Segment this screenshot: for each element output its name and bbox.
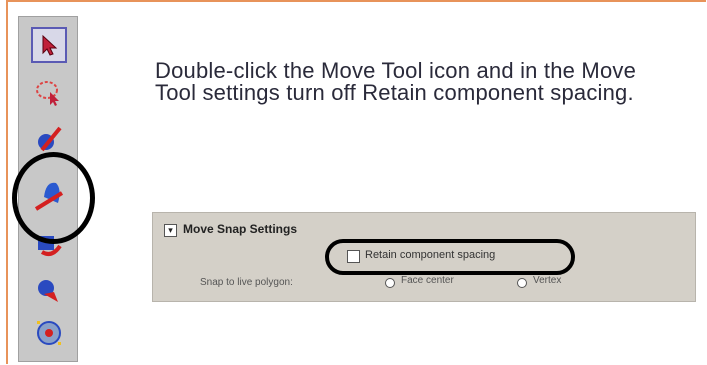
- instruction-text: Double-click the Move Tool icon and in t…: [155, 60, 705, 104]
- move-snap-settings-panel: ▾ Move Snap Settings Retain component sp…: [152, 212, 696, 302]
- face-center-radio[interactable]: [385, 278, 395, 288]
- scale-tool-button[interactable]: [31, 273, 67, 309]
- select-tool-button[interactable]: [31, 27, 67, 63]
- face-center-label[interactable]: Face center: [401, 275, 454, 286]
- paint-select-icon: [38, 126, 62, 152]
- panel-title[interactable]: Move Snap Settings: [183, 222, 297, 236]
- scale-tool-icon: [38, 280, 58, 302]
- vertex-radio[interactable]: [517, 278, 527, 288]
- snap-live-polygon-label: Snap to live polygon:: [200, 277, 293, 288]
- move-tool-highlight-circle: [12, 152, 95, 244]
- universal-manipulator-icon: [37, 321, 61, 345]
- screenshot-frame: [6, 0, 706, 364]
- vertex-label[interactable]: Vertex: [533, 275, 561, 286]
- select-arrow-icon: [42, 34, 58, 56]
- retain-spacing-highlight-oval: [325, 239, 575, 275]
- universal-manipulator-button[interactable]: [31, 315, 67, 351]
- lasso-select-icon: [36, 81, 59, 106]
- lasso-tool-button[interactable]: [31, 75, 67, 111]
- collapse-toggle-icon[interactable]: ▾: [164, 224, 177, 237]
- instruction-line-1: Double-click the Move Tool icon and in t…: [155, 58, 637, 83]
- instruction-line-2: Tool settings turn off Retain component …: [155, 80, 634, 105]
